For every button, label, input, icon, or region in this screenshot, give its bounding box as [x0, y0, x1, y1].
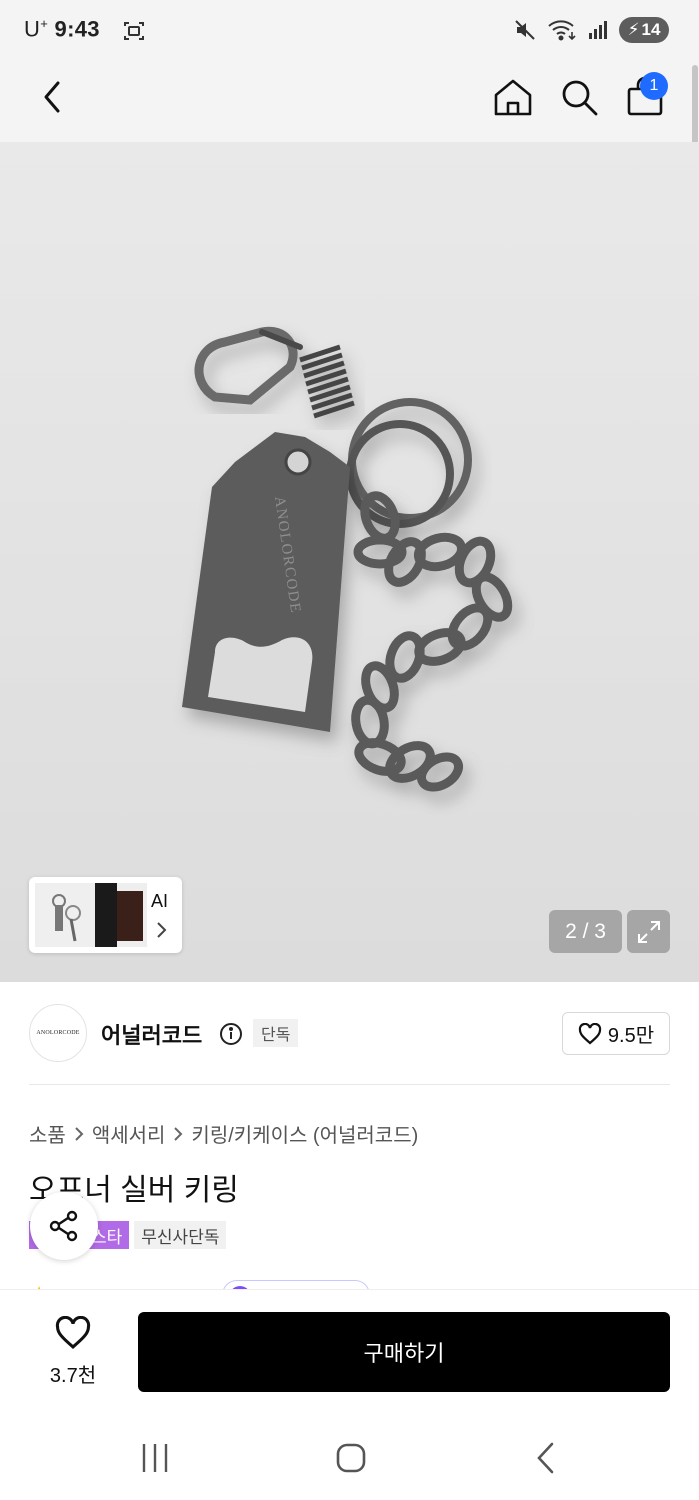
breadcrumb-item-category[interactable]: 소품 — [29, 1119, 66, 1148]
product-photo: ANOLORCODE — [182, 326, 513, 792]
status-bar: U+ 9:43 ⚡ 14 — [0, 0, 699, 62]
search-icon[interactable] — [558, 76, 600, 118]
wishlist-count: 3.7천 — [49, 1365, 97, 1387]
carrier-name: U — [24, 16, 41, 42]
image-page-indicator: 2 / 3 — [549, 910, 622, 953]
tag-musinsa-exclusive: 무신사단독 — [134, 1221, 227, 1249]
buy-button[interactable]: 구매하기 — [138, 1312, 670, 1392]
ai-label: AI — [151, 891, 169, 911]
carrier-sup: + — [40, 16, 49, 31]
breadcrumb-item-current[interactable]: 키링/키케이스 (어널러코드) — [191, 1119, 418, 1148]
battery-level: 14 — [641, 20, 661, 39]
home-icon[interactable] — [492, 76, 534, 118]
screenshot-icon — [124, 22, 144, 40]
brand-name[interactable]: 어널러코드 — [101, 1018, 202, 1050]
info-icon[interactable] — [219, 1022, 243, 1046]
ai-thumbnail-image — [35, 883, 147, 947]
brand-logo[interactable]: ANOLORCODE — [29, 1004, 87, 1062]
chevron-right-icon — [173, 1126, 183, 1142]
chevron-right-icon — [157, 922, 167, 938]
heart-icon — [578, 1022, 602, 1044]
brand-like-count: 9.5만 — [607, 1025, 655, 1047]
breadcrumb: 소품 액세서리 키링/키케이스 (어널러코드) — [29, 1119, 418, 1148]
expand-icon — [637, 920, 660, 943]
cart-count-badge: 1 — [640, 72, 668, 100]
status-carrier: U+ 9:43 — [24, 16, 100, 42]
system-back-icon[interactable] — [534, 1442, 558, 1474]
system-navigation-bar — [0, 1412, 699, 1500]
signal-icon — [589, 21, 607, 39]
purchase-bar: 3.7천 구매하기 — [0, 1289, 699, 1412]
top-nav-bar: 1 — [0, 62, 699, 142]
mute-icon — [515, 20, 535, 40]
exclusive-tag: 단독 — [253, 1019, 299, 1047]
share-button[interactable] — [30, 1192, 98, 1260]
ai-recommend-card[interactable]: AI — [29, 877, 182, 953]
recent-apps-icon[interactable] — [140, 1442, 170, 1474]
status-time: 9:43 — [54, 16, 100, 42]
expand-image-button[interactable] — [627, 910, 670, 953]
chevron-right-icon — [74, 1126, 84, 1142]
home-button-icon[interactable] — [335, 1442, 367, 1474]
divider — [29, 1084, 670, 1085]
share-icon — [49, 1210, 78, 1242]
brand-like-button[interactable]: 9.5만 — [562, 1012, 670, 1055]
status-right: ⚡ 14 — [513, 17, 669, 43]
partially-hidden-row: ★ — [0, 1276, 699, 1290]
wifi-icon — [548, 20, 576, 41]
product-image-gallery[interactable]: ANOLORCODE — [0, 142, 699, 982]
charging-icon: ⚡ — [627, 20, 640, 39]
wishlist-button[interactable]: 3.7천 — [36, 1315, 110, 1388]
brand-row: ANOLORCODE 어널러코드 단독 9.5만 — [29, 1004, 670, 1064]
back-arrow-icon[interactable] — [34, 77, 74, 117]
breadcrumb-item-subcategory[interactable]: 액세서리 — [92, 1119, 166, 1148]
battery-indicator: ⚡ 14 — [619, 17, 669, 43]
heart-icon — [55, 1315, 91, 1349]
